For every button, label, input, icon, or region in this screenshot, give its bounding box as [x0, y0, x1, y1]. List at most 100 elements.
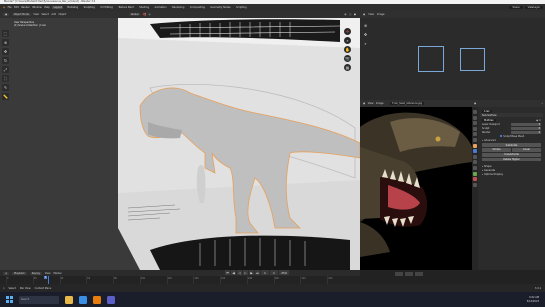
menu-render[interactable]: Render	[21, 6, 30, 9]
workspace-tab-sculpting[interactable]: Sculpting	[82, 6, 96, 9]
ie-cursor-icon[interactable]: ⊕	[362, 22, 369, 29]
photos-icon[interactable]	[107, 295, 115, 304]
properties-search-icon[interactable]: ⌕	[542, 102, 543, 105]
image-editor[interactable]: ⊕ ✥ ⌕	[360, 18, 545, 100]
particles-tab-icon[interactable]	[473, 154, 477, 159]
object-tab-icon[interactable]	[473, 143, 477, 148]
menu-help[interactable]: Help	[44, 6, 49, 9]
thumb-control-2[interactable]	[405, 272, 413, 276]
advanced-section[interactable]: Advanced	[480, 138, 543, 142]
3d-viewport[interactable]: User Perspective (1) Scene Collection | …	[0, 18, 360, 270]
image-editor-menu-view[interactable]: View	[368, 13, 374, 16]
viewport-menu-add[interactable]: Add	[51, 13, 56, 16]
workspace-tab-modeling[interactable]: Modeling	[66, 6, 80, 9]
pan-hand-icon[interactable]: ✋	[344, 46, 351, 53]
end-frame-field[interactable]: 250	[279, 270, 289, 275]
play-icon[interactable]: ▷	[243, 270, 248, 275]
reference-menu-image[interactable]: Image	[376, 102, 384, 105]
subdivide-button[interactable]: Subdivide	[482, 143, 541, 147]
select-box-icon[interactable]: ⬚	[2, 30, 9, 37]
workspace-tab-uv[interactable]: UV Editing	[99, 6, 114, 9]
timeline-playhead[interactable]	[48, 276, 49, 284]
blender-logo-icon[interactable]: ◉	[3, 6, 5, 9]
world-tab-icon[interactable]	[473, 137, 477, 142]
output-tab-icon[interactable]	[473, 121, 477, 126]
play-reverse-icon[interactable]: ◁	[237, 270, 242, 275]
modifier-name-field[interactable]: Multires	[482, 118, 496, 122]
thumb-control-1[interactable]	[395, 272, 403, 276]
simple-button[interactable]: Simple	[482, 147, 511, 152]
transform-icon[interactable]: ⛶	[2, 75, 9, 82]
file-explorer-icon[interactable]	[65, 295, 73, 304]
view-layer-field[interactable]: ViewLayer	[524, 6, 543, 9]
modifier-visibility-icon[interactable]: ◉ ✕	[536, 119, 541, 122]
unsubdivide-button[interactable]: Unsubdivide	[482, 152, 541, 157]
annotate-icon[interactable]: ✎	[2, 84, 9, 91]
shading-solid-icon[interactable]: ●	[354, 13, 356, 16]
reference-menu-view[interactable]: View	[368, 102, 374, 105]
delete-higher-button[interactable]: Delete Higher	[482, 157, 541, 162]
timeline-menu-marker[interactable]: Marker	[53, 272, 61, 275]
mode-selector[interactable]: Object Mode	[11, 13, 31, 16]
ie-zoom-icon[interactable]: ⌕	[362, 40, 369, 47]
workspace-tab-layout[interactable]: Layout	[52, 6, 64, 9]
cursor-icon[interactable]: ⊕	[2, 39, 9, 46]
image-editor-menu-image[interactable]: Image	[377, 13, 385, 16]
constraints-tab-icon[interactable]	[473, 165, 477, 170]
xray-icon[interactable]: ▢	[349, 13, 351, 16]
scene-field[interactable]: Scene	[509, 6, 523, 9]
reference-image-name[interactable]: T-rex_head_reference.jpg	[389, 102, 425, 105]
viewport-menu-object[interactable]: Object	[59, 13, 67, 16]
rotate-icon[interactable]: ↻	[2, 57, 9, 64]
panel-title[interactable]: Sub-Surface	[480, 113, 543, 117]
jump-start-icon[interactable]: ⏮	[225, 270, 230, 275]
reference-image-viewer[interactable]	[360, 107, 472, 270]
clock-time[interactable]: 9:22 AM	[527, 296, 539, 299]
timeline-menu-keying[interactable]: Keying	[29, 271, 42, 275]
texture-tab-icon[interactable]	[473, 182, 477, 187]
tool-tab-icon[interactable]	[473, 110, 477, 114]
level-viewport-field[interactable]: 3	[511, 122, 541, 126]
data-tab-icon[interactable]	[473, 171, 477, 176]
perspective-grid-icon[interactable]: ▦	[344, 64, 351, 71]
next-key-icon[interactable]: ▶	[249, 270, 254, 275]
timeline-editor-icon[interactable]: ◷	[3, 271, 10, 275]
menu-edit[interactable]: Edit	[14, 6, 19, 9]
timeline-menu-view[interactable]: View	[45, 272, 51, 275]
jump-end-icon[interactable]: ⏭	[255, 270, 260, 275]
clock-date[interactable]: 5/10/2023	[527, 300, 539, 303]
modifier-tab-icon[interactable]	[473, 149, 477, 154]
workspace-tab-animation[interactable]: Animation	[153, 6, 168, 9]
axis-gizmo-icon[interactable]: ✛	[344, 28, 351, 35]
workspace-tab-geometry-nodes[interactable]: Geometry Nodes	[209, 6, 232, 9]
viewport-menu-select[interactable]: Select	[42, 13, 49, 16]
physics-tab-icon[interactable]	[473, 160, 477, 165]
optimal-display-section[interactable]: Optimal Display	[480, 173, 543, 177]
workspace-tab-texture-paint[interactable]: Texture Paint	[117, 6, 135, 9]
blender-taskbar-icon[interactable]	[93, 295, 101, 304]
start-frame-field[interactable]: 1	[270, 270, 278, 275]
menu-file[interactable]: File	[8, 6, 12, 9]
taskbar-search-box[interactable]: Search	[19, 295, 59, 304]
scale-icon[interactable]: ⤢	[2, 66, 9, 73]
workspace-tab-scripting[interactable]: Scripting	[235, 6, 249, 9]
timeline-menu-playback[interactable]: Playback	[12, 271, 27, 275]
thumb-control-3[interactable]	[415, 272, 423, 276]
overlay-icon[interactable]: ◐	[345, 13, 347, 16]
render-tab-icon[interactable]	[473, 115, 477, 120]
image-editor-type-icon[interactable]: ▣	[363, 13, 365, 16]
object-name-field[interactable]: t-rex	[482, 109, 492, 113]
prev-key-icon[interactable]: ◀	[231, 270, 236, 275]
measure-icon[interactable]: 📏	[2, 93, 9, 100]
snap-icon[interactable]: 🧲	[143, 13, 146, 16]
render-field[interactable]: 3	[511, 130, 541, 134]
workspace-tab-compositing[interactable]: Compositing	[188, 6, 206, 9]
timeline-track[interactable]: 0 20 40 60 80 100 120 140 160 180 200 220 240 1	[0, 276, 360, 284]
sculpt-field[interactable]: 3	[511, 126, 541, 130]
camera-icon[interactable]: 📷	[344, 55, 351, 62]
windows-start-icon[interactable]	[6, 296, 13, 303]
workspace-tab-shading[interactable]: Shading	[138, 6, 151, 9]
reference-editor-type-icon[interactable]: ▣	[363, 102, 365, 105]
browser-icon[interactable]	[79, 295, 87, 304]
scene-tab-icon[interactable]	[473, 132, 477, 137]
